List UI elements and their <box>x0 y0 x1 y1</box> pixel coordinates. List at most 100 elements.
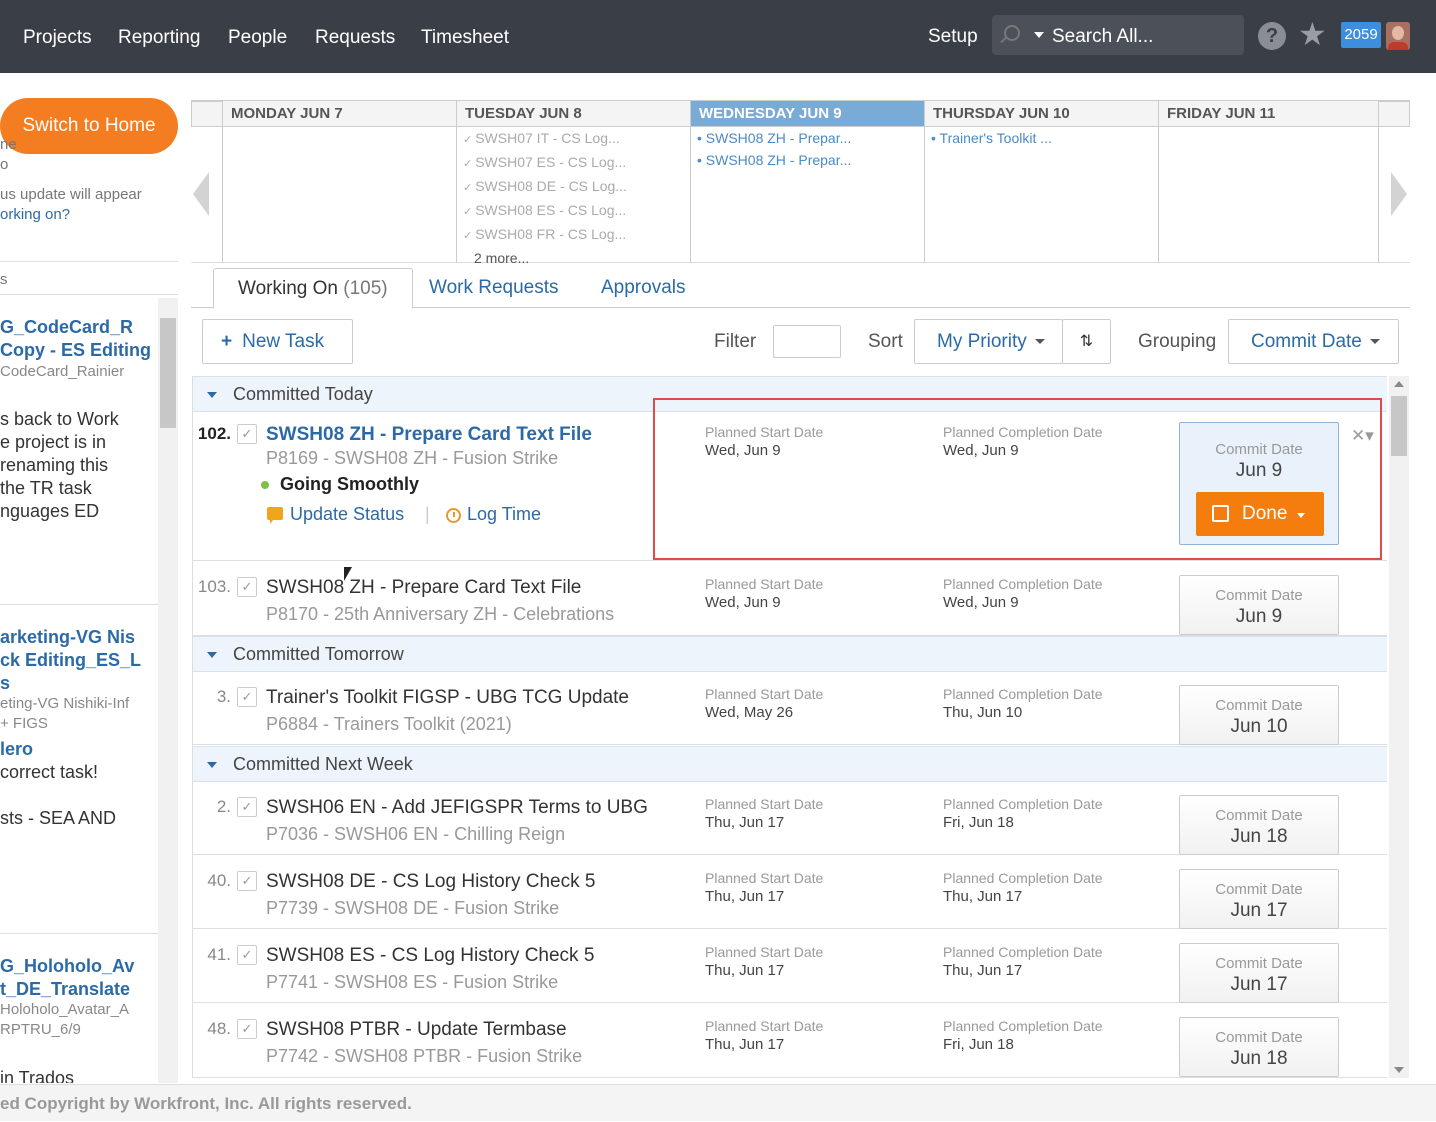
collapse-triangle-icon[interactable] <box>207 392 217 398</box>
log-time-link[interactable]: Log Time <box>467 504 541 525</box>
scrollbar-thumb[interactable] <box>1391 396 1407 456</box>
nav-reporting[interactable]: Reporting <box>118 27 200 49</box>
search-box[interactable]: Search All... <box>992 15 1244 55</box>
calendar-task[interactable]: ✓ SWSH08 ES - CS Log... <box>457 199 690 223</box>
calendar-task[interactable]: ✓ SWSH08 FR - CS Log... <box>457 223 690 247</box>
group-header[interactable]: Committed Next Week <box>193 746 1387 782</box>
update-task-link[interactable]: Copy - ES Editing <box>0 340 151 361</box>
task-title-link[interactable]: Trainer's Toolkit FIGSP - UBG TCG Update <box>266 687 629 709</box>
search-input[interactable]: Search All... <box>1052 26 1153 48</box>
commit-date-box[interactable]: Commit Date Jun 17 <box>1179 943 1339 1003</box>
nav-timesheet[interactable]: Timesheet <box>421 27 509 49</box>
nav-setup[interactable]: Setup <box>928 26 978 48</box>
task-tabs: Working On (105) Work Requests Approvals <box>191 268 1410 309</box>
sidebar-scrollbar[interactable] <box>158 298 178 1083</box>
commit-date-box[interactable]: Commit Date Jun 17 <box>1179 869 1339 929</box>
filter-input[interactable] <box>773 325 841 358</box>
planned-start-value: Wed, Jun 9 <box>705 594 781 611</box>
task-checkbox[interactable]: ✓ <box>237 871 257 891</box>
update-task-link[interactable]: ck Editing_ES_L <box>0 650 141 671</box>
planned-completion-label: Planned Completion Date <box>943 686 1103 702</box>
status-hint-text: us update will appear <box>0 186 142 203</box>
update-task-link[interactable]: t_DE_Translate <box>0 979 130 1000</box>
nav-projects[interactable]: Projects <box>23 27 92 49</box>
notification-badge[interactable]: 2059 <box>1341 22 1381 48</box>
task-project[interactable]: P7036 - SWSH06 EN - Chilling Reign <box>266 824 565 845</box>
calendar-task[interactable]: • SWSH08 ZH - Prepar... <box>691 127 924 149</box>
calendar-task[interactable]: • Trainer's Toolkit ... <box>925 127 1158 149</box>
grouping-dropdown[interactable]: Commit Date <box>1228 319 1399 364</box>
task-title-link[interactable]: SWSH08 DE - CS Log History Check 5 <box>266 871 595 893</box>
scroll-down-icon[interactable] <box>1394 1067 1404 1073</box>
tab-work-requests[interactable]: Work Requests <box>429 268 559 308</box>
update-note-text: correct task! <box>0 762 99 782</box>
task-project[interactable]: P7739 - SWSH08 DE - Fusion Strike <box>266 898 559 919</box>
sort-dropdown[interactable]: My Priority <box>914 319 1063 364</box>
calendar-day-tuesday: TUESDAY JUN 8 ✓ SWSH07 IT - CS Log... ✓ SW… <box>456 101 690 266</box>
calendar-task[interactable]: ✓ SWSH07 IT - CS Log... <box>457 127 690 151</box>
commit-date-box[interactable]: Commit Date Jun 18 <box>1179 1017 1339 1077</box>
update-user-link[interactable]: lero <box>0 739 33 760</box>
commit-date-box[interactable]: Commit Date Jun 10 <box>1179 685 1339 745</box>
task-project[interactable]: P7741 - SWSH08 ES - Fusion Strike <box>266 972 558 993</box>
task-title-link[interactable]: SWSH08 ES - CS Log History Check 5 <box>266 945 594 967</box>
copyright-text: ed Copyright by Workfront, Inc. All righ… <box>0 1094 412 1113</box>
commit-date-box[interactable]: Commit Date Jun 9 <box>1179 575 1339 635</box>
task-project[interactable]: P8170 - 25th Anniversary ZH - Celebratio… <box>266 604 614 625</box>
update-task-link[interactable]: G_Holoholo_Av <box>0 956 134 977</box>
bullet-icon: • <box>931 130 940 146</box>
top-nav: Projects Reporting People Requests Times… <box>0 0 1436 73</box>
planned-start-label: Planned Start Date <box>705 796 824 812</box>
scroll-up-icon[interactable] <box>1394 381 1404 387</box>
update-task-link[interactable]: arketing-VG Nis <box>0 627 135 648</box>
status-prompt-link[interactable]: orking on? <box>0 206 70 223</box>
sort-direction-button[interactable]: ⇅ <box>1062 319 1111 364</box>
switch-to-home-button[interactable]: Switch to Home <box>0 98 178 154</box>
task-checkbox[interactable]: ✓ <box>237 1019 257 1039</box>
calendar-task[interactable]: ✓ SWSH07 ES - CS Log... <box>457 151 690 175</box>
separator: | <box>425 504 430 524</box>
collapse-triangle-icon[interactable] <box>207 762 217 768</box>
planned-completion-value: Wed, Jun 9 <box>943 594 1019 611</box>
new-task-button[interactable]: + New Task <box>202 319 353 364</box>
task-title-link[interactable]: SWSH08 ZH - Prepare Card Text File <box>266 424 592 446</box>
commit-date-label: Commit Date <box>1215 1029 1303 1046</box>
star-icon[interactable]: ★ <box>1298 16 1327 52</box>
task-list-scrollbar[interactable] <box>1389 376 1409 1078</box>
commit-date-value: Jun 10 <box>1230 716 1288 737</box>
group-header[interactable]: Committed Tomorrow <box>193 636 1387 672</box>
task-title-link[interactable]: SWSH06 EN - Add JEFIGSPR Terms to UBG <box>266 797 648 819</box>
avatar[interactable] <box>1386 22 1410 50</box>
collapse-triangle-icon[interactable] <box>207 652 217 658</box>
task-title-link[interactable]: SWSH08 ZH - Prepare Card Text File <box>266 577 581 599</box>
task-checkbox[interactable]: ✓ <box>237 687 257 707</box>
commit-date-box[interactable]: Commit Date Jun 18 <box>1179 795 1339 855</box>
calendar-day-thursday: THURSDAY JUN 10 • Trainer's Toolkit ... <box>924 101 1158 263</box>
task-checkbox[interactable]: ✓ <box>237 577 257 597</box>
calendar-day-header: THURSDAY JUN 10 <box>925 101 1158 127</box>
update-task-link[interactable]: s <box>0 673 10 694</box>
task-checkbox[interactable]: ✓ <box>237 797 257 817</box>
calendar-task[interactable]: ✓ SWSH08 DE - CS Log... <box>457 175 690 199</box>
nav-requests[interactable]: Requests <box>315 27 395 49</box>
update-status-link[interactable]: Update Status <box>290 504 404 525</box>
tab-working-on[interactable]: Working On (105) <box>213 268 413 309</box>
search-scope-caret-icon[interactable] <box>1034 32 1044 38</box>
task-number: 40. <box>207 871 231 890</box>
tab-approvals[interactable]: Approvals <box>601 268 686 308</box>
task-checkbox[interactable]: ✓ <box>237 945 257 965</box>
calendar-task[interactable]: • SWSH08 ZH - Prepar... <box>691 149 924 171</box>
task-title-link[interactable]: SWSH08 PTBR - Update Termbase <box>266 1019 567 1041</box>
update-task-link[interactable]: G_CodeCard_R <box>0 317 133 338</box>
calendar-more-link[interactable]: 2 more... <box>457 247 690 269</box>
task-project[interactable]: P7742 - SWSH08 PTBR - Fusion Strike <box>266 1046 582 1067</box>
planned-completion-value: Thu, Jun 17 <box>943 888 1023 905</box>
task-project[interactable]: P6884 - Trainers Toolkit (2021) <box>266 714 512 735</box>
nav-people[interactable]: People <box>228 27 287 49</box>
commit-date-value: Jun 9 <box>1235 606 1283 627</box>
scrollbar-thumb[interactable] <box>160 318 176 428</box>
grouping-label: Grouping <box>1138 331 1217 352</box>
help-icon[interactable]: ? <box>1258 22 1286 50</box>
task-project[interactable]: P8169 - SWSH08 ZH - Fusion Strike <box>266 448 558 469</box>
task-checkbox[interactable]: ✓ <box>237 424 257 444</box>
